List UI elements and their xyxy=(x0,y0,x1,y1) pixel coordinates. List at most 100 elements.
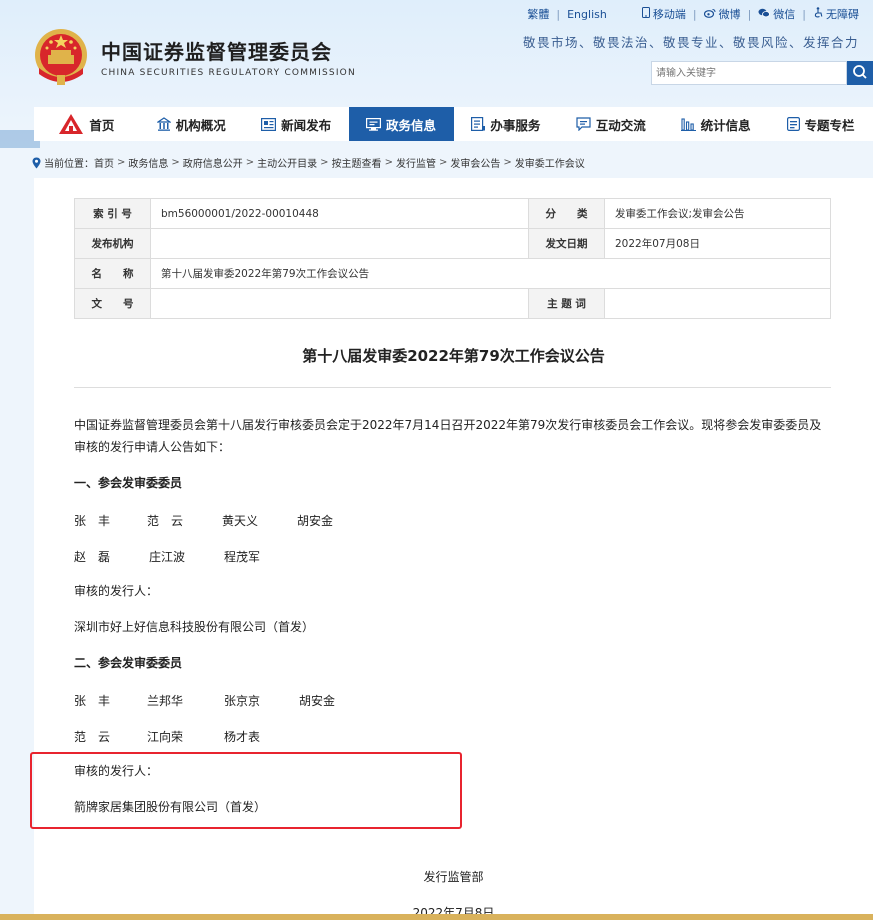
member-name: 杨才表 xyxy=(224,730,261,744)
doc-number-label: 文 号 xyxy=(74,288,151,319)
divider: | xyxy=(556,7,561,21)
search-icon xyxy=(852,64,868,83)
index-number-label: 索 引 号 xyxy=(74,198,151,229)
wechat-icon xyxy=(758,8,771,21)
breadcrumb-separator: > xyxy=(171,157,180,168)
member-name: 张 丰 xyxy=(74,514,111,528)
search-box xyxy=(651,61,873,85)
nav-label: 互动交流 xyxy=(595,117,646,133)
org-name-english: CHINA SECURITIES REGULATORY COMMISSION xyxy=(101,68,356,78)
metadata-row: 名 称 第十八届发审委2022年第79次工作会议公告 xyxy=(74,258,831,289)
breadcrumb-item[interactable]: 政务信息 xyxy=(128,155,168,170)
member-name: 范 云 xyxy=(147,514,184,528)
gov-info-icon xyxy=(366,117,382,131)
publisher-value xyxy=(150,228,529,259)
issuer-name: 深圳市好上好信息科技股份有限公司（首发） xyxy=(74,620,315,634)
traditional-chinese-link[interactable]: 繁體 xyxy=(527,6,549,22)
wechat-link[interactable]: 微信 xyxy=(773,6,795,22)
breadcrumb-item[interactable]: 发审会公告 xyxy=(450,155,500,170)
weibo-link[interactable]: 微博 xyxy=(719,6,741,22)
member-name: 黄天义 xyxy=(222,514,259,528)
breadcrumb-separator: > xyxy=(503,157,512,168)
subject-words-label: 主 题 词 xyxy=(528,288,605,319)
member-name: 胡安金 xyxy=(299,694,336,708)
breadcrumb-current[interactable]: 当前位置：首页 xyxy=(44,155,114,170)
metadata-row: 发布机构 发文日期 2022年07月08日 xyxy=(74,228,831,259)
slogan: 敬畏市场、敬畏法治、敬畏专业、敬畏风险、发挥合力 xyxy=(522,35,859,50)
nav-item-about[interactable]: 机构概况 xyxy=(139,107,244,141)
nav-item-topics[interactable]: 专题专栏 xyxy=(768,107,873,141)
top-links: 繁體 | English 移动端 | 微博 | 微信 | 无障碍 xyxy=(527,6,859,22)
home-logo-icon xyxy=(58,113,84,135)
subject-words-value xyxy=(604,288,831,319)
breadcrumb-item[interactable]: 按主题查看 xyxy=(332,155,382,170)
bottom-bar xyxy=(0,914,873,920)
metadata-table: 索 引 号 bm56000001/2022-00010448 分 类 发审委工作… xyxy=(74,198,831,319)
nav-item-interaction[interactable]: 互动交流 xyxy=(558,107,663,141)
publish-date-label: 发文日期 xyxy=(528,228,605,259)
member-name: 胡安金 xyxy=(297,514,334,528)
member-name: 兰邦华 xyxy=(147,694,184,708)
member-name: 庄江波 xyxy=(149,550,186,564)
nav-item-news[interactable]: 新闻发布 xyxy=(244,107,349,141)
nav-item-home[interactable]: 首页 xyxy=(34,107,139,141)
publisher-label: 发布机构 xyxy=(74,228,151,259)
breadcrumb-item[interactable]: 政府信息公开 xyxy=(183,155,243,170)
publish-date-value: 2022年07月08日 xyxy=(604,228,831,259)
service-icon xyxy=(471,117,486,131)
breadcrumb-item[interactable]: 发审委工作会议 xyxy=(515,155,585,170)
nav-item-services[interactable]: 办事服务 xyxy=(454,107,559,141)
section2-heading: 二、参会发审委委员 xyxy=(74,656,183,670)
nav-label: 政务信息 xyxy=(386,117,437,133)
divider: | xyxy=(692,7,697,21)
mobile-link[interactable]: 移动端 xyxy=(653,6,686,22)
nav-item-gov-info[interactable]: 政务信息 xyxy=(348,107,454,141)
article-container: 索 引 号 bm56000001/2022-00010448 分 类 发审委工作… xyxy=(30,178,873,920)
stats-icon xyxy=(680,117,696,131)
weibo-icon xyxy=(703,8,716,21)
article-title: 第十八届发审委2022年第79次工作会议公告 xyxy=(302,347,605,365)
doc-name-label: 名 称 xyxy=(74,258,151,289)
breadcrumb: 当前位置：首页 > 政务信息 > 政府信息公开 > 主动公开目录 > 按主题查看… xyxy=(32,155,585,170)
news-icon xyxy=(261,117,277,131)
mobile-icon xyxy=(641,7,650,21)
member-name: 赵 磊 xyxy=(74,550,111,564)
breadcrumb-item[interactable]: 发行监管 xyxy=(396,155,436,170)
category-label: 分 类 xyxy=(528,198,605,229)
english-link[interactable]: English xyxy=(567,8,607,21)
accessibility-icon xyxy=(813,7,823,21)
divider: | xyxy=(802,7,806,21)
search-input[interactable] xyxy=(651,61,847,85)
section1-heading: 一、参会发审委委员 xyxy=(74,476,183,490)
breadcrumb-separator: > xyxy=(245,157,255,168)
search-button[interactable] xyxy=(847,61,873,85)
metadata-row: 索 引 号 bm56000001/2022-00010448 分 类 发审委工作… xyxy=(74,198,831,229)
national-emblem-logo[interactable] xyxy=(33,28,89,86)
nav-label: 机构概况 xyxy=(175,117,226,133)
issuer-label: 审核的发行人： xyxy=(74,584,159,598)
metadata-row: 文 号 主 题 词 xyxy=(74,288,831,319)
accessibility-link[interactable]: 无障碍 xyxy=(826,6,859,22)
member-name: 张京京 xyxy=(224,694,261,708)
nav-label: 新闻发布 xyxy=(281,117,332,133)
topic-icon xyxy=(786,117,800,131)
breadcrumb-item[interactable]: 主动公开目录 xyxy=(257,155,317,170)
chat-icon xyxy=(576,117,591,131)
building-icon xyxy=(156,117,171,131)
member-name: 张 丰 xyxy=(74,694,111,708)
location-pin-icon xyxy=(32,157,41,169)
nav-item-statistics[interactable]: 统计信息 xyxy=(663,107,768,141)
nav-label: 首页 xyxy=(89,117,115,133)
breadcrumb-separator: > xyxy=(320,157,329,168)
nav-label: 办事服务 xyxy=(490,117,541,133)
signature-department: 发行监管部 xyxy=(423,870,484,884)
breadcrumb-separator: > xyxy=(384,157,393,168)
category-value: 发审委工作会议;发审会公告 xyxy=(604,198,831,229)
org-name-chinese: 中国证券监督管理委员会 xyxy=(101,40,332,64)
article-intro: 中国证券监督管理委员会第十八届发行审核委员会定于2022年7月14日召开2022… xyxy=(74,418,822,454)
nav-label: 统计信息 xyxy=(700,117,751,133)
main-nav: 首页 机构概况 新闻发布 政务信息 办事服务 互动交流 统计信息 专题专栏 xyxy=(34,107,873,141)
highlight-annotation-box xyxy=(30,752,462,829)
member-name: 江向荣 xyxy=(147,730,184,744)
member-name: 范 云 xyxy=(74,730,111,744)
